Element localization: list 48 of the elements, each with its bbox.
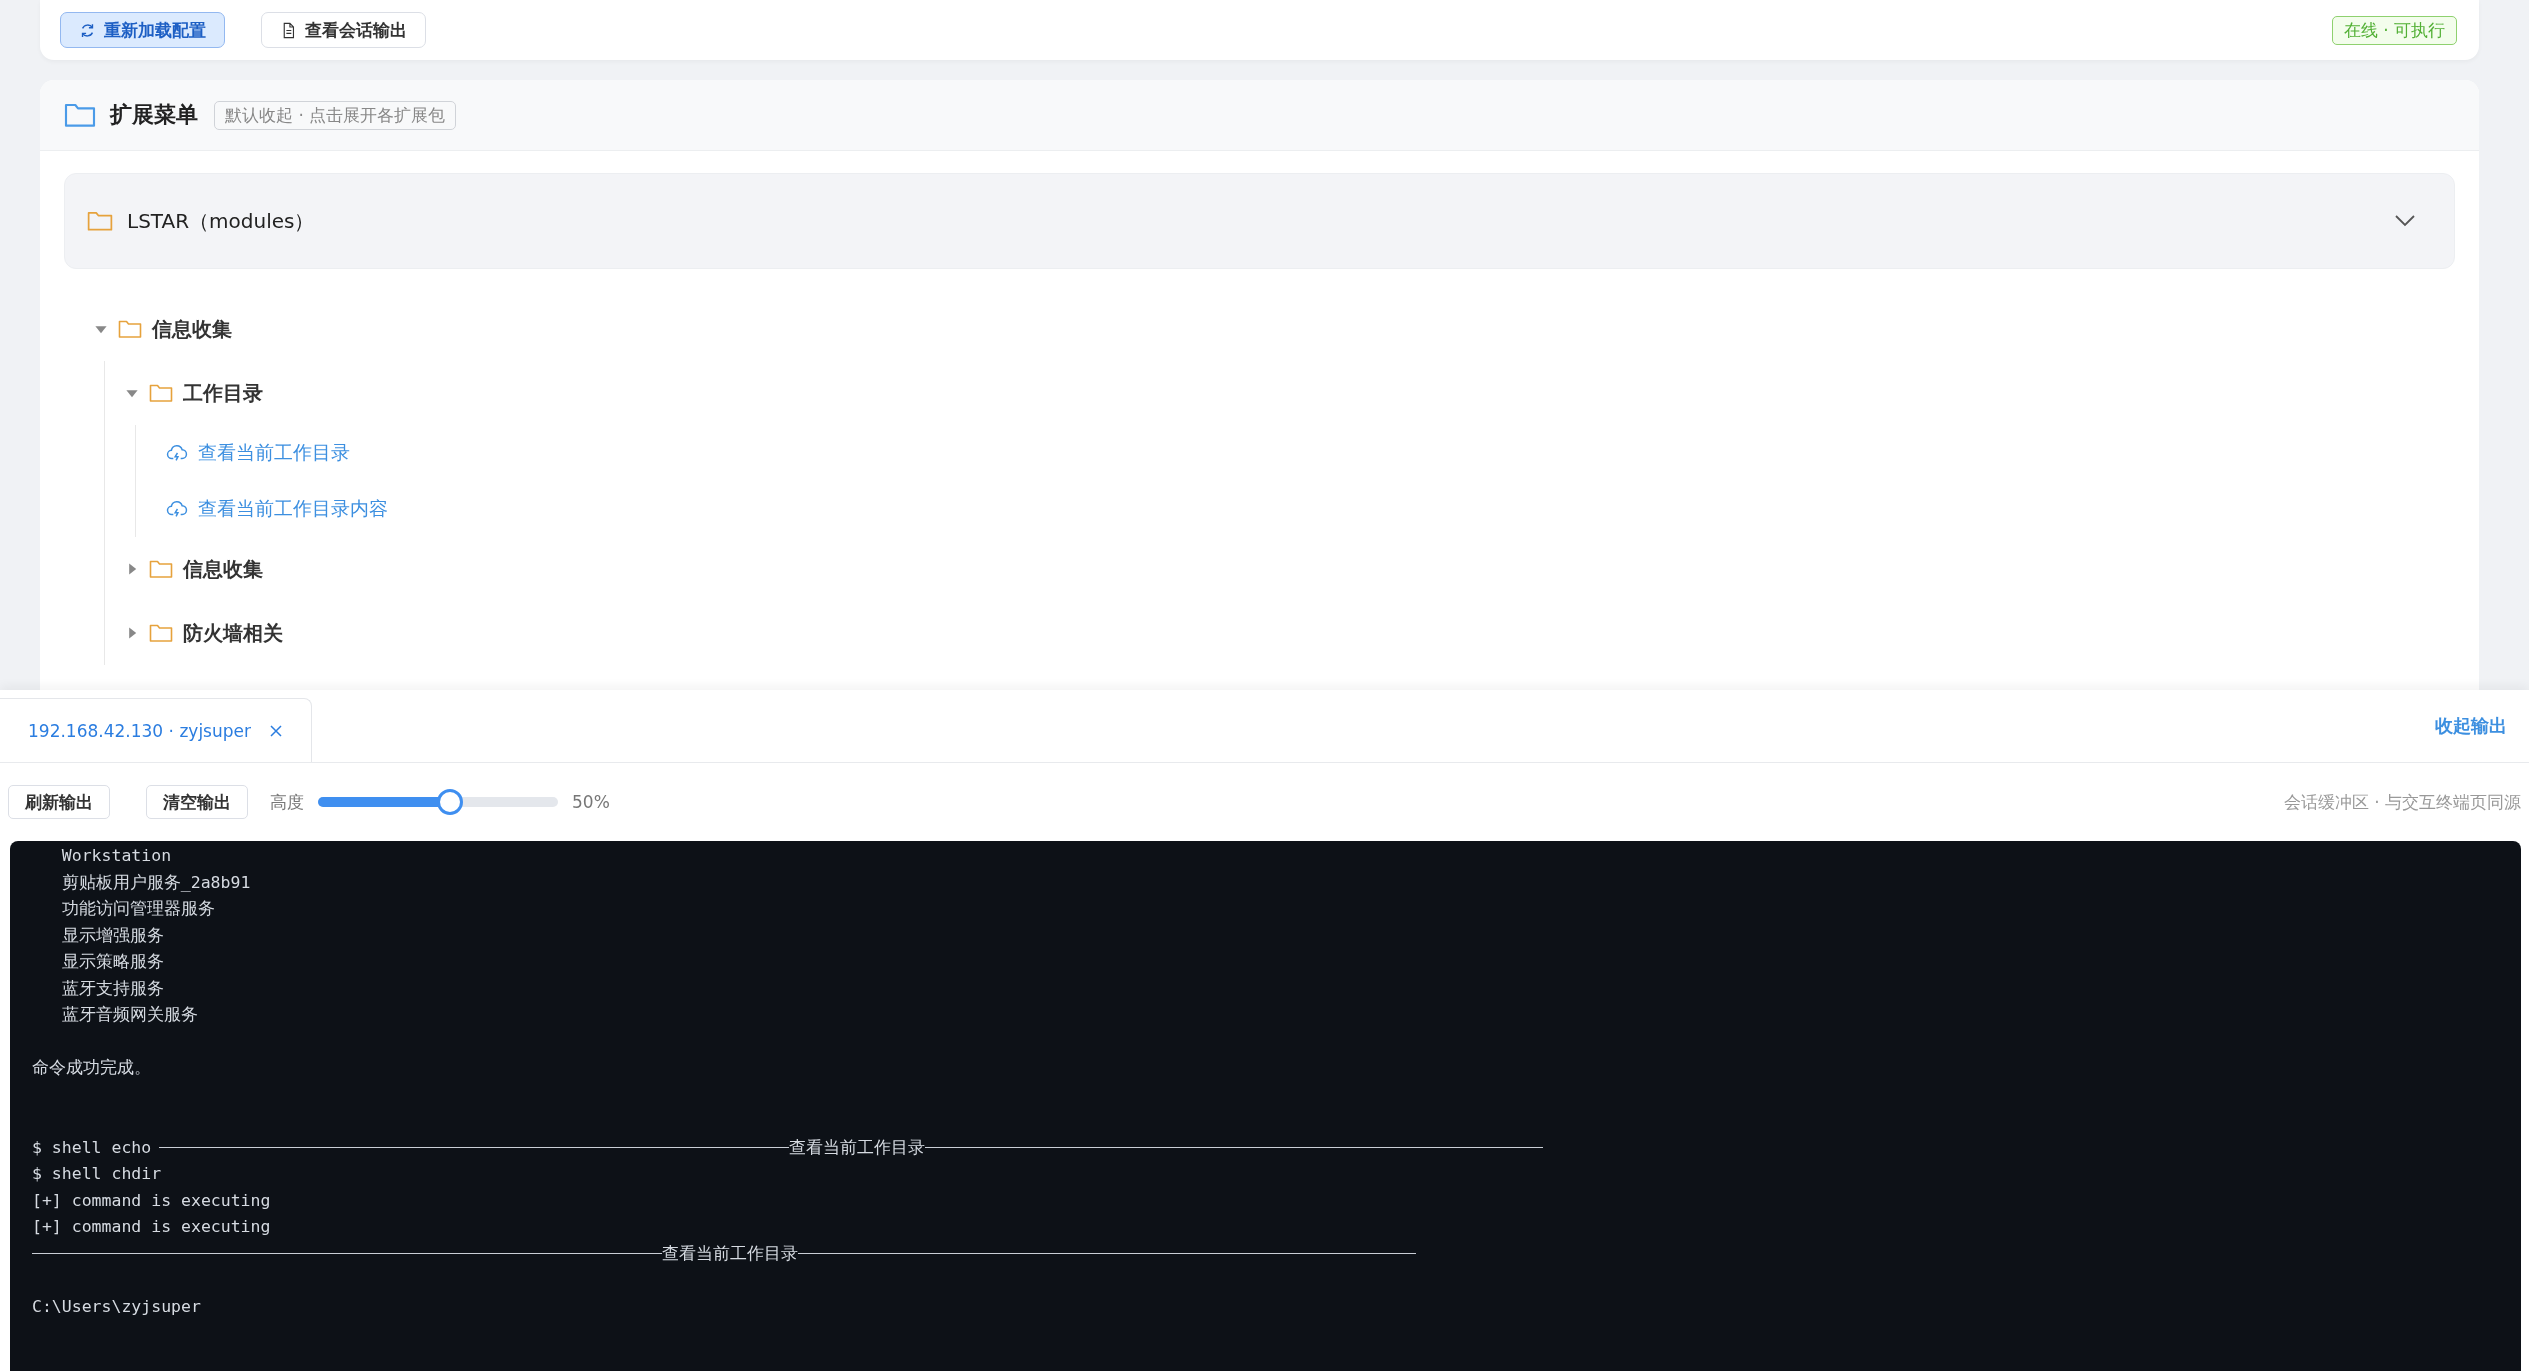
tree-folder[interactable]: 信息收集 [125, 537, 2455, 601]
terminal-line: $ shell echo [32, 1138, 152, 1158]
view-output-button[interactable]: 查看会话输出 [261, 12, 426, 48]
reload-button[interactable]: 重新加载配置 [60, 12, 225, 48]
tree-folder[interactable]: 信息收集 [94, 297, 2455, 361]
terminal-line: 显示增强服务 [60, 924, 165, 947]
toolbar-button[interactable]: 刷新输出 [8, 785, 110, 819]
refresh-icon [79, 21, 96, 39]
separator-label: 查看当前工作目录 [662, 1242, 798, 1265]
status-badge: 在线 · 可执行 [2331, 15, 2457, 45]
folder-label: 防火墙相关 [183, 619, 283, 647]
folder-icon [87, 210, 113, 232]
folder-label: 信息收集 [152, 315, 232, 343]
terminal-line: C:\Users\zyjsuper [32, 1295, 202, 1318]
terminal-line: [+] command is executing [32, 1216, 272, 1238]
slider-thumb[interactable] [437, 789, 463, 815]
folder-icon [149, 623, 173, 643]
session-tab[interactable]: 192.168.42.130 · zyjsuper [0, 698, 312, 762]
toolbar-button[interactable]: 清空输出 [146, 785, 248, 819]
hint-tag: 默认收起 · 点击展开各扩展包 [214, 100, 457, 130]
chevron-down-icon [2394, 214, 2416, 228]
terminal-line: 功能访问管理器服务 [60, 898, 216, 920]
height-slider[interactable] [318, 789, 558, 815]
close-icon[interactable] [269, 723, 283, 738]
terminal-line: 蓝牙支持服务 [60, 977, 165, 1000]
tree-folder[interactable]: 防火墙相关 [125, 601, 2455, 665]
folder-icon [118, 319, 142, 339]
terminal-line: 剪贴板用户服务_2a8b91 [60, 871, 252, 894]
buffer-note: 会话缓冲区 · 与交互终端页同源 [2283, 790, 2521, 814]
folder-label: 信息收集 [183, 555, 263, 583]
cloud-lightning-icon [166, 442, 188, 464]
height-reading: 50% [572, 792, 610, 812]
cloud-lightning-icon [166, 498, 188, 520]
section-title: 扩展菜单 [110, 101, 198, 129]
folder-icon [149, 559, 173, 579]
folder-label: 工作目录 [183, 379, 263, 407]
height-label: 高度 [270, 790, 304, 814]
package-header[interactable]: LSTAR（modules） [64, 173, 2455, 269]
terminal-line: Workstation [60, 845, 173, 867]
terminal-line: [+] command is executing [32, 1189, 272, 1212]
terminal-line: 显示策略服务 [60, 951, 165, 973]
terminal-line: $ shell chdir [32, 1163, 163, 1185]
tree-folder[interactable]: 工作目录 [125, 361, 2455, 425]
terminal-line: 蓝牙音频网关服务 [60, 1004, 199, 1026]
package-title: LSTAR（modules） [127, 207, 316, 235]
terminal-line: 命令成功完成。 [32, 1057, 152, 1079]
folder-icon [149, 383, 173, 403]
separator-label: 查看当前工作目录 [789, 1136, 926, 1159]
